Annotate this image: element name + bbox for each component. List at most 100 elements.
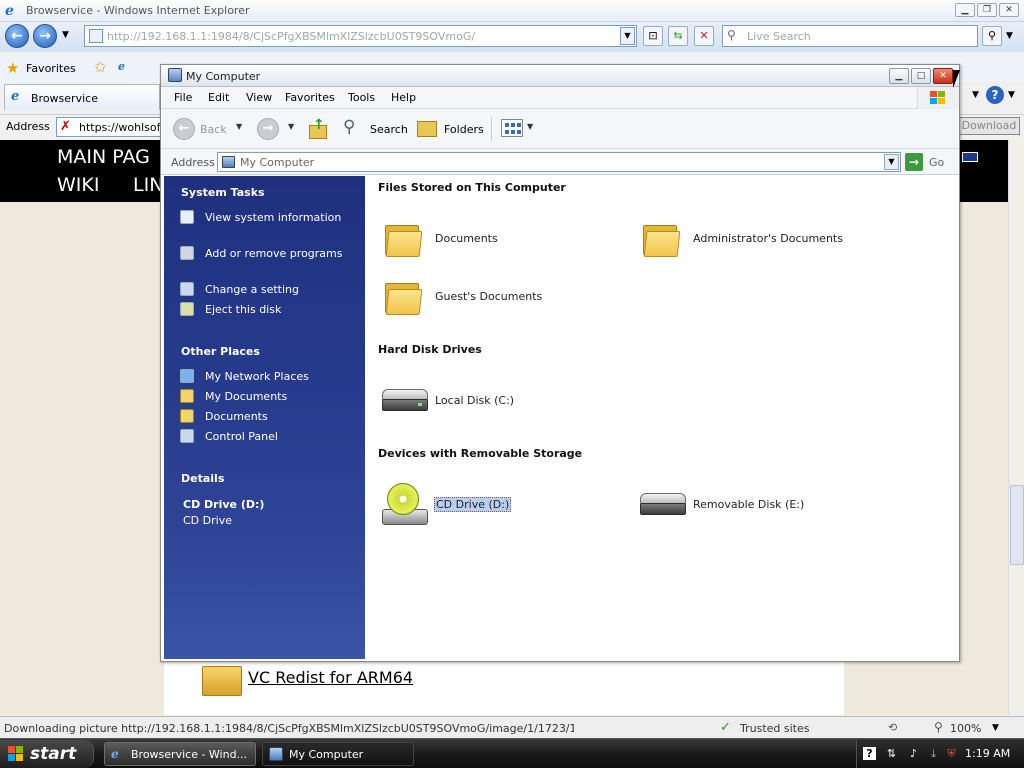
go-arrow-icon[interactable]: → bbox=[905, 153, 923, 171]
folder-icon bbox=[643, 221, 681, 257]
search-options-dropdown[interactable]: ▼ bbox=[1006, 31, 1013, 41]
vc-redist-link[interactable]: VC Redist for ARM64 bbox=[248, 668, 413, 687]
minimize-button[interactable]: ▁ bbox=[955, 3, 975, 17]
compatibility-button[interactable]: ⊡ bbox=[643, 26, 663, 46]
section-hard-disk-drives: Hard Disk Drives bbox=[378, 343, 482, 356]
system-tray: ? ⇅ ♪ ⤓ ⛨ 1:19 AM bbox=[856, 740, 1024, 768]
mc-close-button[interactable]: ✕ bbox=[933, 68, 953, 84]
explorer-address-dropdown[interactable]: ▼ bbox=[884, 154, 899, 170]
search-button[interactable]: ⚲ bbox=[982, 26, 1002, 46]
other-places-header[interactable]: Other Places bbox=[181, 345, 260, 358]
mc-minimize-button[interactable]: ▁ bbox=[889, 68, 909, 84]
recent-pages-dropdown[interactable]: ▼ bbox=[62, 30, 69, 40]
mc-maximize-button[interactable]: □ bbox=[911, 68, 931, 84]
task-pane: System Tasks View system information Add… bbox=[164, 176, 365, 659]
restore-button[interactable]: ❐ bbox=[977, 3, 997, 17]
favorites-button[interactable]: Favorites bbox=[26, 62, 76, 75]
help-icon[interactable]: ? bbox=[986, 86, 1004, 104]
clock[interactable]: 1:19 AM bbox=[965, 747, 1010, 760]
stop-button[interactable]: ✕ bbox=[694, 26, 714, 46]
forward-dropdown[interactable]: ▼ bbox=[288, 122, 294, 131]
download-button[interactable]: Download bbox=[958, 117, 1020, 135]
scrollbar-thumb[interactable] bbox=[1010, 485, 1024, 565]
item-administrator-documents[interactable]: Administrator's Documents bbox=[638, 217, 878, 261]
explorer-address-label: Address bbox=[171, 156, 215, 169]
taskbar-item-browservice[interactable]: e Browservice - Wind... bbox=[104, 742, 256, 766]
system-tasks-header[interactable]: System Tasks bbox=[181, 186, 265, 199]
item-removable-disk-e[interactable]: Removable Disk (E:) bbox=[638, 483, 878, 527]
back-arrow-icon[interactable]: ← bbox=[173, 118, 195, 140]
folders-icon[interactable] bbox=[417, 121, 437, 137]
item-local-disk-c[interactable]: Local Disk (C:) bbox=[380, 379, 620, 423]
menu-tools[interactable]: Tools bbox=[348, 91, 375, 104]
page-scrollbar[interactable] bbox=[1008, 140, 1024, 715]
details-header[interactable]: Details bbox=[181, 472, 224, 485]
download-list: VC Redist for ARM64 bbox=[164, 660, 844, 715]
close-button[interactable]: ✕ bbox=[999, 3, 1019, 17]
page-address-label: Address bbox=[6, 120, 50, 133]
go-button[interactable]: Go bbox=[929, 156, 944, 169]
volume-tray-icon[interactable]: ♪ bbox=[907, 747, 920, 760]
menu-view[interactable]: View bbox=[246, 91, 272, 104]
search-button-label[interactable]: Search bbox=[370, 123, 408, 136]
network-icon bbox=[180, 369, 194, 383]
uk-flag-icon[interactable] bbox=[962, 152, 978, 162]
tab-label: Browservice bbox=[31, 92, 98, 105]
url-dropdown-button[interactable]: ▼ bbox=[620, 27, 635, 45]
folder-icon bbox=[180, 409, 194, 423]
mouse-cursor-icon bbox=[953, 70, 960, 88]
computer-icon bbox=[222, 156, 235, 168]
folder-icon bbox=[385, 221, 423, 257]
my-computer-window: My Computer ▁ □ ✕ File Edit View Favorit… bbox=[160, 64, 960, 662]
network-tray-icon[interactable]: ⇅ bbox=[885, 747, 898, 760]
search-input[interactable]: ⚲ Live Search bbox=[722, 25, 978, 47]
url-text: http://192.168.1.1:1984/8/CjScPfgXBSMlmX… bbox=[107, 30, 476, 43]
refresh-button[interactable]: ⇆ bbox=[668, 26, 688, 46]
tools-dropdown[interactable]: ▼ bbox=[972, 90, 979, 100]
nav-links[interactable]: LIN bbox=[133, 174, 163, 196]
folder-icon bbox=[202, 666, 242, 696]
back-label[interactable]: Back bbox=[200, 123, 227, 136]
views-dropdown[interactable]: ▼ bbox=[527, 122, 533, 131]
nav-wiki[interactable]: WIKI bbox=[57, 174, 99, 196]
safely-remove-tray-icon[interactable]: ⤓ bbox=[927, 747, 940, 760]
menu-favorites[interactable]: Favorites bbox=[285, 91, 335, 104]
item-documents[interactable]: Documents bbox=[380, 217, 620, 261]
explorer-address-input[interactable]: My Computer ▼ bbox=[217, 152, 901, 172]
status-text: Downloading picture http://192.168.1.1:1… bbox=[4, 722, 574, 735]
zoom-level[interactable]: 100% bbox=[950, 722, 981, 735]
start-label: start bbox=[30, 744, 77, 764]
start-button[interactable]: start bbox=[0, 740, 94, 768]
back-dropdown[interactable]: ▼ bbox=[236, 122, 242, 131]
security-tray-icon[interactable]: ⛨ bbox=[945, 747, 958, 760]
ie-window-title: Browservice - Windows Internet Explorer bbox=[26, 4, 250, 17]
views-icon[interactable] bbox=[501, 119, 523, 137]
up-folder-icon[interactable]: ↑ bbox=[307, 117, 329, 141]
removable-disk-icon bbox=[640, 493, 686, 515]
zoom-dropdown[interactable]: ▼ bbox=[992, 723, 999, 733]
explorer-address-value: My Computer bbox=[240, 156, 315, 169]
forward-button[interactable]: → bbox=[33, 24, 57, 48]
suggested-sites-icon[interactable]: e bbox=[118, 60, 125, 73]
url-field[interactable]: http://192.168.1.1:1984/8/CjScPfgXBSMlmX… bbox=[84, 25, 637, 47]
page-address-input[interactable]: ✗ https://wohlsoft bbox=[56, 117, 168, 137]
item-guest-documents[interactable]: Guest's Documents bbox=[380, 275, 620, 319]
protected-mode-icon[interactable]: ⟲ bbox=[888, 721, 897, 734]
menu-help[interactable]: Help bbox=[391, 91, 416, 104]
browser-tab[interactable]: e Browservice bbox=[4, 84, 160, 110]
help-tray-icon[interactable]: ? bbox=[863, 747, 876, 760]
item-cd-drive-d[interactable]: CD Drive (D:) bbox=[380, 483, 620, 527]
back-button[interactable]: ← bbox=[5, 24, 29, 48]
add-favorite-icon[interactable]: ✩ bbox=[94, 58, 107, 76]
security-zone[interactable]: Trusted sites bbox=[740, 722, 810, 735]
search-icon[interactable]: ⚲ bbox=[343, 117, 355, 137]
taskbar-item-my-computer[interactable]: My Computer bbox=[262, 742, 414, 766]
ie-navigation-bar: ← → ▼ http://192.168.1.1:1984/8/CjScPfgX… bbox=[0, 22, 1024, 52]
ie-logo-icon: e bbox=[111, 747, 119, 761]
nav-main-page[interactable]: MAIN PAG bbox=[57, 146, 150, 168]
menu-edit[interactable]: Edit bbox=[208, 91, 229, 104]
help-dropdown[interactable]: ▼ bbox=[1008, 90, 1015, 100]
menu-file[interactable]: File bbox=[174, 91, 192, 104]
forward-arrow-icon[interactable]: → bbox=[257, 118, 279, 140]
folders-button-label[interactable]: Folders bbox=[444, 123, 484, 136]
